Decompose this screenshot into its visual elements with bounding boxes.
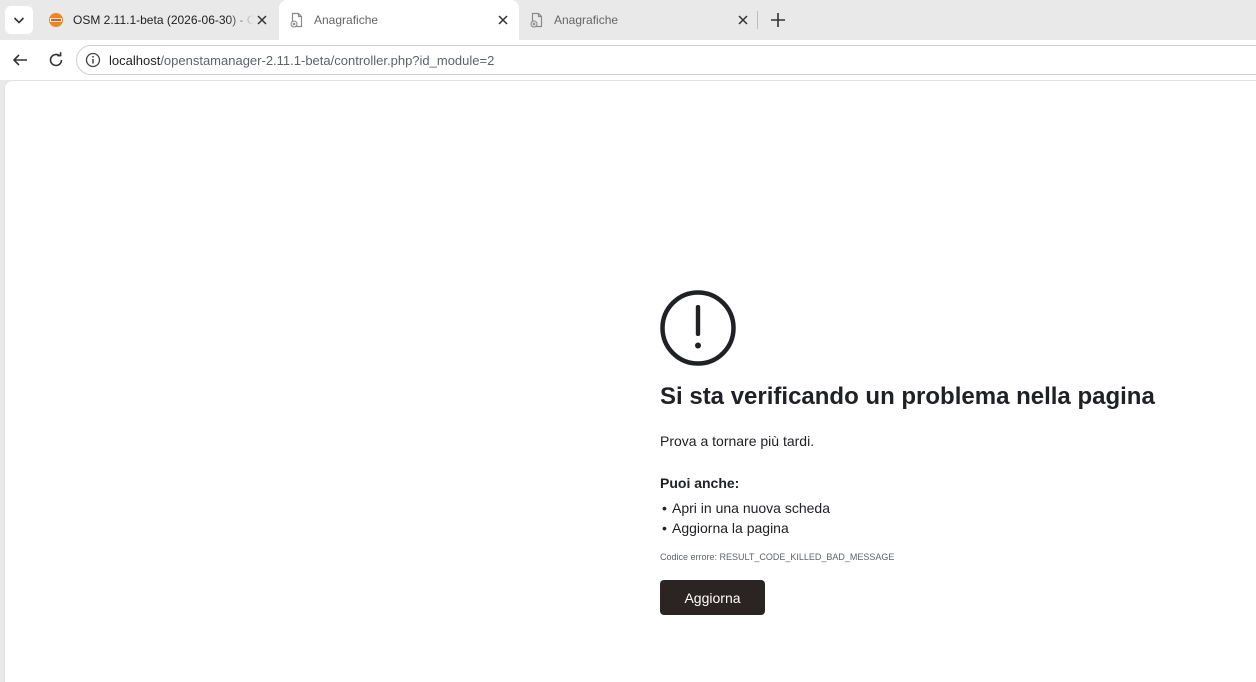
tab-title: OSM 2.11.1-beta (2026-06-30) - OpenSTAMa…	[73, 13, 254, 27]
suggestion-text: Apri in una nuova scheda	[672, 500, 830, 516]
close-icon[interactable]	[254, 12, 270, 28]
exclamation-circle-icon	[660, 290, 736, 366]
broken-page-icon	[289, 12, 305, 28]
bullet: •	[662, 500, 667, 516]
suggestion-item: • Aggiorna la pagina	[660, 518, 1220, 538]
broken-page-icon	[529, 12, 545, 28]
back-button[interactable]	[8, 48, 32, 72]
reload-icon	[49, 52, 63, 67]
error-code: Codice errore: RESULT_CODE_KILLED_BAD_ME…	[660, 552, 895, 562]
suggestion-item: • Apri in una nuova scheda	[660, 498, 1220, 518]
error-title: Si sta verificando un problema nella pag…	[660, 383, 1155, 410]
suggestions-list: • Apri in una nuova scheda • Aggiorna la p…	[660, 498, 1220, 538]
tab-title: Anagrafiche	[314, 13, 379, 27]
close-icon[interactable]	[495, 12, 511, 28]
tab-separator	[757, 11, 758, 29]
tab-search-button[interactable]	[5, 6, 33, 34]
toolbar: localhost/openstamanager-2.11.1-beta/con…	[0, 40, 1256, 80]
new-tab-button[interactable]	[766, 8, 790, 32]
page-content: Si sta verificando un problema nella pag…	[4, 80, 1256, 682]
tab-anagrafiche-active[interactable]: Anagrafiche	[279, 0, 519, 40]
tab-strip: OSM 2.11.1-beta (2026-06-30) - OpenSTAMa…	[0, 0, 1256, 40]
reload-button[interactable]	[44, 48, 68, 72]
chevron-down-icon	[13, 17, 25, 24]
url-text: localhost/openstamanager-2.11.1-beta/con…	[109, 53, 494, 68]
info-icon[interactable]	[85, 52, 101, 68]
suggestion-text: Aggiorna la pagina	[672, 520, 789, 536]
close-icon[interactable]	[735, 12, 751, 28]
plus-icon	[771, 13, 785, 27]
browser-window: OSM 2.11.1-beta (2026-06-30) - OpenSTAMa…	[0, 0, 1256, 682]
suggestions-heading: Puoi anche:	[660, 475, 740, 491]
url-host: localhost	[109, 52, 161, 68]
error-message: Prova a tornare più tardi.	[660, 433, 815, 449]
tab-title: Anagrafiche	[554, 13, 619, 27]
reload-page-button[interactable]: Aggiorna	[660, 580, 765, 615]
bullet: •	[662, 520, 667, 536]
tab-anagrafiche[interactable]: Anagrafiche	[519, 0, 759, 40]
tab-osm[interactable]: OSM 2.11.1-beta (2026-06-30) - OpenSTAMa…	[38, 0, 278, 40]
arrow-left-icon	[12, 54, 27, 66]
osm-logo-icon	[48, 12, 64, 28]
error-panel: Si sta verificando un problema nella pag…	[660, 290, 1220, 615]
url-path: /openstamanager-2.11.1-beta/controller.p…	[160, 52, 495, 68]
address-bar[interactable]: localhost/openstamanager-2.11.1-beta/con…	[76, 45, 1256, 75]
